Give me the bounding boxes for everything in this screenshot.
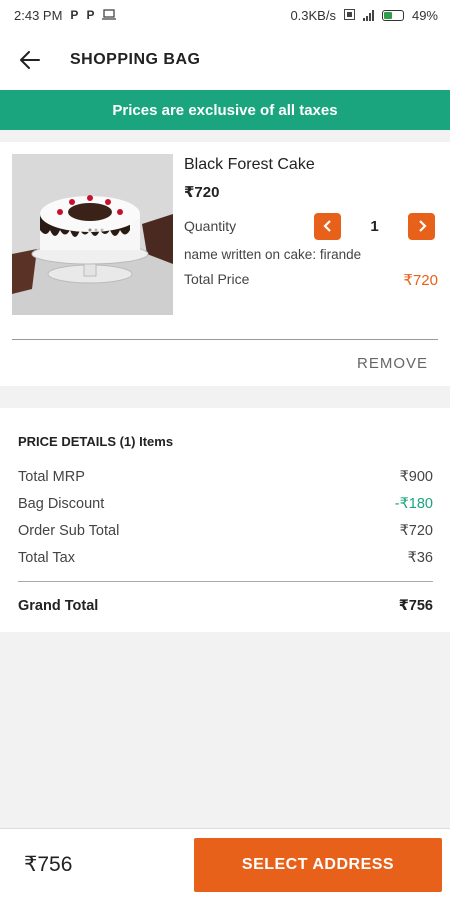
price-row-bag-discount: Bag Discount -₹180 [18, 490, 433, 517]
item-total-value: ₹720 [403, 272, 438, 289]
item-info: Black Forest Cake ₹720 Quantity 1 name w… [173, 154, 438, 315]
signal-icon [362, 9, 374, 21]
quantity-increase-button[interactable] [408, 212, 435, 240]
status-right: 0.3KB/s 49% [290, 8, 438, 23]
price-row-label: Order Sub Total [18, 522, 120, 539]
status-bar: 2:43 PM P P 0.3KB/s 49% [0, 0, 450, 30]
volte-icon [343, 8, 355, 23]
price-details-card: PRICE DETAILS (1) Items Total MRP ₹900 B… [0, 408, 450, 632]
cake-message: name written on cake: firande [184, 247, 362, 262]
price-details-header: PRICE DETAILS (1) Items [18, 434, 174, 449]
price-row-label: Bag Discount [18, 495, 105, 512]
checkout-bar: ₹756 SELECT ADDRESS [0, 828, 450, 900]
item-total-row: Total Price ₹720 [184, 271, 438, 289]
page-title: SHOPPING BAG [70, 51, 201, 68]
price-row-total-tax: Total Tax ₹36 [18, 544, 433, 571]
chevron-right-icon [418, 220, 427, 232]
status-left: 2:43 PM P P [14, 7, 117, 23]
battery-percent: 49% [411, 7, 438, 23]
back-arrow-icon[interactable] [18, 48, 42, 72]
item-total-label: Total Price [184, 271, 250, 287]
checkout-total: ₹756 [24, 853, 73, 876]
select-address-button[interactable]: SELECT ADDRESS [194, 837, 442, 892]
grand-total-row: Grand Total ₹756 [18, 598, 433, 614]
remove-button[interactable]: REMOVE [357, 355, 428, 372]
quantity-decrease-button[interactable] [314, 212, 341, 240]
app-bar: SHOPPING BAG [0, 30, 450, 90]
chevron-left-icon [322, 220, 331, 232]
network-speed: 0.3KB/s [290, 7, 336, 23]
item-name[interactable]: Black Forest Cake [184, 156, 438, 174]
divider [18, 581, 433, 582]
price-row-label: Total MRP [18, 468, 85, 485]
cart-item-card: Black Forest Cake ₹720 Quantity 1 name w… [0, 142, 450, 386]
quantity-value: 1 [370, 217, 379, 235]
tax-info-banner: Prices are exclusive of all taxes [0, 90, 450, 130]
item-price: ₹720 [184, 184, 220, 201]
price-row-label: Total Tax [18, 549, 75, 566]
price-row-value: ₹900 [399, 468, 433, 485]
price-row-value: -₹180 [394, 495, 433, 512]
cake-image[interactable] [12, 154, 173, 315]
price-row-total-mrp: Total MRP ₹900 [18, 463, 433, 490]
quantity-label: Quantity [184, 218, 237, 234]
laptop-icon [102, 8, 117, 23]
grand-total-label: Grand Total [18, 598, 99, 614]
price-row-value: ₹36 [407, 549, 433, 566]
status-time: 2:43 PM [14, 7, 63, 23]
price-row-value: ₹720 [399, 522, 433, 539]
battery-icon [381, 9, 404, 21]
notification-p-icon: P [70, 8, 79, 22]
notification-p-icon: P [86, 8, 95, 22]
price-row-order-subtotal: Order Sub Total ₹720 [18, 517, 433, 544]
grand-total-value: ₹756 [398, 598, 433, 614]
quantity-stepper: Quantity 1 [184, 211, 438, 241]
